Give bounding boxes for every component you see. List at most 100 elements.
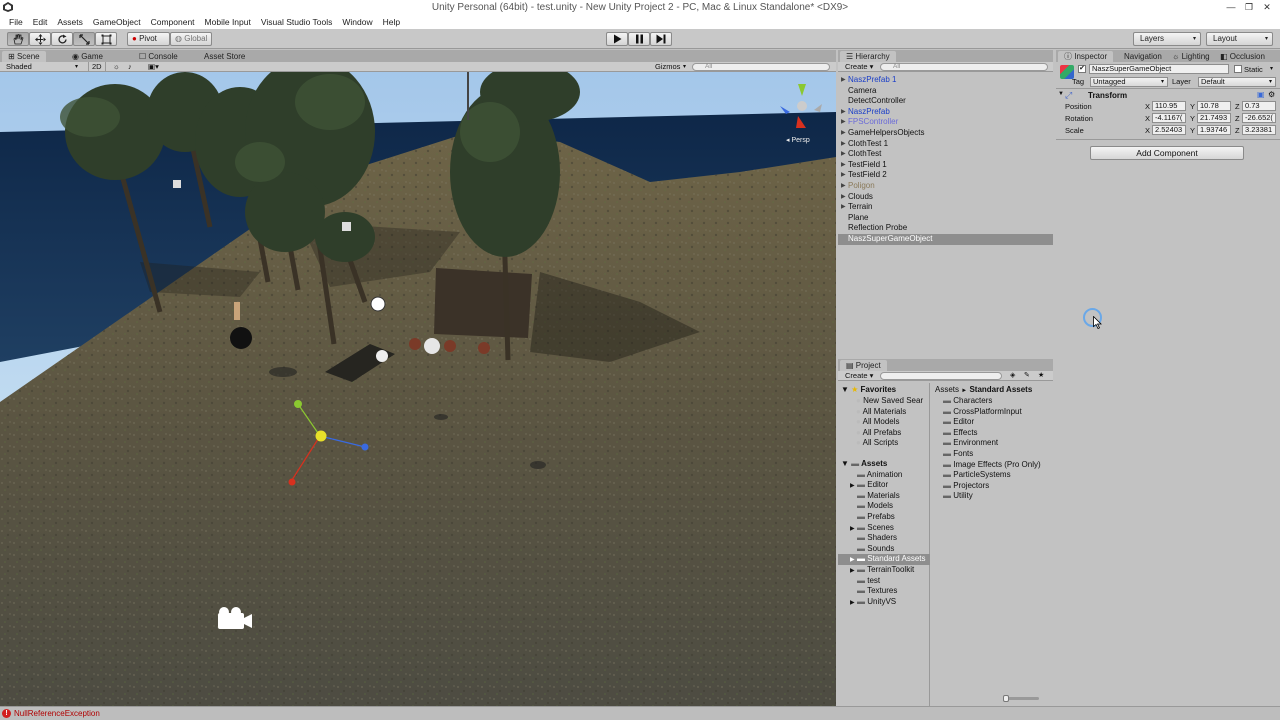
status-bar[interactable]: ! NullReferenceException <box>0 706 1280 720</box>
hierarchy-search-input[interactable]: All <box>880 63 1048 71</box>
scene-search-input[interactable]: All <box>692 63 830 71</box>
hierarchy-item[interactable]: ▶ GameHelpersObjects <box>838 128 1053 139</box>
position-z-field[interactable]: 0.73 <box>1242 101 1276 111</box>
asset-folder[interactable]: ▬ Sounds <box>850 544 894 553</box>
asset-folder[interactable]: ▶ ▬ UnityVS <box>850 597 896 606</box>
favorite-item[interactable]: ● All Scripts <box>856 438 898 447</box>
settings-gear-icon[interactable]: ⚙ <box>1268 90 1275 99</box>
status-message[interactable]: NullReferenceException <box>14 709 100 718</box>
hierarchy-item[interactable]: ▶ TestField 1 <box>838 160 1053 171</box>
add-component-button[interactable]: Add Component <box>1090 146 1244 160</box>
shading-mode-dropdown[interactable]: Shaded <box>6 62 32 72</box>
step-button[interactable] <box>650 32 672 46</box>
folder-item[interactable]: ▬ Effects <box>943 428 978 437</box>
expand-arrow-icon[interactable]: ▶ <box>850 525 857 532</box>
tab-console[interactable]: ☐ Console <box>133 51 184 62</box>
hierarchy-item[interactable]: ▶ TestField 2 <box>838 170 1053 181</box>
hierarchy-item[interactable]: ▶ NaszPrefab <box>838 107 1053 118</box>
gizmos-dropdown[interactable]: Gizmos <box>655 62 680 72</box>
rotate-tool-button[interactable] <box>51 32 73 46</box>
folder-item[interactable]: ▬ Projectors <box>943 481 989 490</box>
dropdown-arrow-icon[interactable]: ▾ <box>1270 65 1273 72</box>
tab-scene[interactable]: ⊞ Scene <box>2 51 46 62</box>
breadcrumb-current[interactable]: Standard Assets <box>969 385 1032 394</box>
menu-mobile-input[interactable]: Mobile Input <box>200 15 256 29</box>
scale-tool-button[interactable] <box>73 32 95 46</box>
expand-arrow-icon[interactable]: ▶ <box>850 555 857 565</box>
close-icon[interactable]: ✕ <box>1258 0 1276 15</box>
expand-arrow-icon[interactable]: ▶ <box>841 192 846 203</box>
folder-item[interactable]: ▬ Fonts <box>943 449 973 458</box>
folder-item[interactable]: ▬ Utility <box>943 491 973 500</box>
favorite-item[interactable]: ● All Models <box>856 417 900 426</box>
hierarchy-item[interactable]: ▶ Poligon <box>838 181 1053 192</box>
layers-dropdown[interactable]: Layers ▾ <box>1133 32 1201 46</box>
filter-type-icon[interactable]: ◈ <box>1010 371 1015 381</box>
expand-arrow-icon[interactable]: ▶ <box>841 181 846 192</box>
position-x-field[interactable]: 110.95 <box>1152 101 1186 111</box>
foldout-arrow-icon[interactable]: ▼ <box>1058 91 1064 97</box>
project-search-input[interactable] <box>880 372 1002 380</box>
icon-size-slider[interactable] <box>1003 695 1039 702</box>
favorite-item[interactable]: ● New Saved Sear <box>856 396 923 405</box>
minimize-icon[interactable]: — <box>1222 0 1240 15</box>
help-book-icon[interactable]: ▣ <box>1257 90 1265 99</box>
maximize-icon[interactable]: ❐ <box>1240 0 1258 15</box>
expand-arrow-icon[interactable]: ▶ <box>841 107 846 118</box>
asset-folder[interactable]: ▬ Models <box>850 501 893 510</box>
folder-item[interactable]: ▬ Characters <box>943 396 992 405</box>
layer-dropdown[interactable]: Default ▾ <box>1198 77 1276 87</box>
hierarchy-item[interactable]: ▶ NaszPrefab 1 <box>838 75 1053 86</box>
hierarchy-item[interactable]: ▶ ClothTest <box>838 149 1053 160</box>
expand-arrow-icon[interactable]: ▶ <box>850 482 857 489</box>
menu-assets[interactable]: Assets <box>52 15 88 29</box>
hierarchy-create-button[interactable]: Create ▾ <box>845 62 873 72</box>
global-toggle[interactable]: ◍ Global <box>170 32 212 46</box>
scale-z-field[interactable]: 3.23381 <box>1242 125 1276 135</box>
asset-folder[interactable]: ▶ ▬ Editor <box>850 480 888 489</box>
favorite-star-icon[interactable]: ★ <box>1038 371 1044 381</box>
hierarchy-item[interactable]: ▶ FPSController <box>838 117 1053 128</box>
pivot-toggle[interactable]: ● Pivot <box>127 32 170 46</box>
hierarchy-item[interactable]: ▶ ClothTest 1 <box>838 139 1053 150</box>
hierarchy-item-selected[interactable]: NaszSuperGameObject <box>838 234 1053 245</box>
tab-project[interactable]: ▤ Project <box>840 360 887 371</box>
menu-component[interactable]: Component <box>146 15 200 29</box>
folder-item[interactable]: ▬ Image Effects (Pro Only) <box>943 460 1041 469</box>
lighting-toggle-icon[interactable]: ☼ <box>113 62 120 72</box>
pause-button[interactable] <box>628 32 650 46</box>
hierarchy-item[interactable]: Reflection Probe <box>838 223 1053 234</box>
position-y-field[interactable]: 10.78 <box>1197 101 1231 111</box>
slider-handle[interactable] <box>1003 695 1009 702</box>
hierarchy-item[interactable]: ▶ Terrain <box>838 202 1053 213</box>
menu-help[interactable]: Help <box>378 15 405 29</box>
layout-dropdown[interactable]: Layout ▾ <box>1206 32 1273 46</box>
move-tool-button[interactable] <box>29 32 51 46</box>
assets-header[interactable]: ▼ ▬ Assets <box>841 459 887 468</box>
hierarchy-item[interactable]: Plane <box>838 213 1053 224</box>
expand-arrow-icon[interactable]: ▶ <box>841 149 846 160</box>
asset-folder[interactable]: ▶ ▬ TerrainToolkit <box>850 565 914 574</box>
menu-edit[interactable]: Edit <box>28 15 53 29</box>
scene-viewport[interactable]: ◂ Persp <box>0 72 836 706</box>
asset-folder[interactable]: ▬ Animation <box>850 470 902 479</box>
hierarchy-item[interactable]: DetectController <box>838 96 1053 107</box>
expand-arrow-icon[interactable]: ▶ <box>850 599 857 606</box>
folder-item[interactable]: ▬ CrossPlatformInput <box>943 407 1022 416</box>
static-checkbox[interactable] <box>1234 65 1242 73</box>
favorite-item[interactable]: ● All Prefabs <box>856 428 901 437</box>
folder-item[interactable]: ▬ Environment <box>943 438 998 447</box>
expand-arrow-icon[interactable]: ▶ <box>841 202 846 213</box>
favorite-item[interactable]: ● All Materials <box>856 407 906 416</box>
favorites-header[interactable]: ▼ ★ Favorites <box>841 385 896 394</box>
asset-folder[interactable]: ▬ Shaders <box>850 533 897 542</box>
hierarchy-item[interactable]: Camera <box>838 86 1053 97</box>
asset-folder[interactable]: ▶ ▬ Scenes <box>850 523 894 532</box>
scale-x-field[interactable]: 2.52403 <box>1152 125 1186 135</box>
folder-item[interactable]: ▬ ParticleSystems <box>943 470 1011 479</box>
hierarchy-item[interactable]: ▶ Clouds <box>838 192 1053 203</box>
project-create-button[interactable]: Create ▾ <box>845 371 873 381</box>
tab-game[interactable]: ◉ Game <box>66 51 109 62</box>
expand-arrow-icon[interactable]: ▶ <box>850 567 857 574</box>
scale-y-field[interactable]: 1.93746 <box>1197 125 1231 135</box>
